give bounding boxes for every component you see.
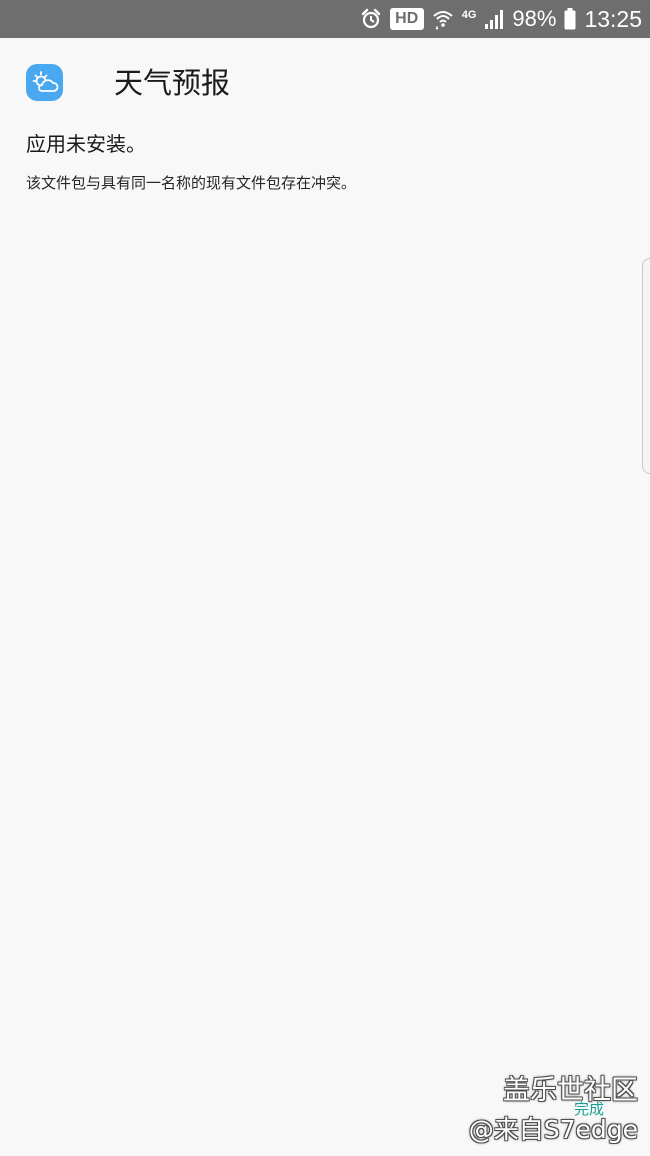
clock: 13:25 (584, 5, 642, 32)
network-type-label: 4G (461, 9, 477, 21)
watermark-title: 盖乐世社区 (503, 1075, 638, 1106)
hd-voice-badge: HD (389, 8, 424, 30)
status-icons: HD 4G 98% 13:25 (360, 0, 642, 38)
done-button[interactable]: 完成 (574, 1098, 604, 1119)
battery-icon (564, 8, 576, 30)
install-error-message: 该文件包与具有同一名称的现有文件包存在冲突。 (26, 174, 357, 192)
install-status-title: 应用未安装。 (26, 132, 146, 156)
battery-percent: 98% (512, 6, 557, 31)
wifi-icon (432, 8, 454, 30)
status-bar: HD 4G 98% 13:25 (0, 0, 650, 38)
app-name: 天气预报 (114, 66, 231, 100)
app-header: 天气预报 (26, 64, 626, 102)
alarm-icon (360, 8, 382, 30)
signal-icon (484, 8, 504, 30)
watermark-source: @来自S7edge (468, 1115, 638, 1144)
edge-panel-handle[interactable] (642, 258, 650, 474)
weather-app-icon (26, 64, 63, 101)
